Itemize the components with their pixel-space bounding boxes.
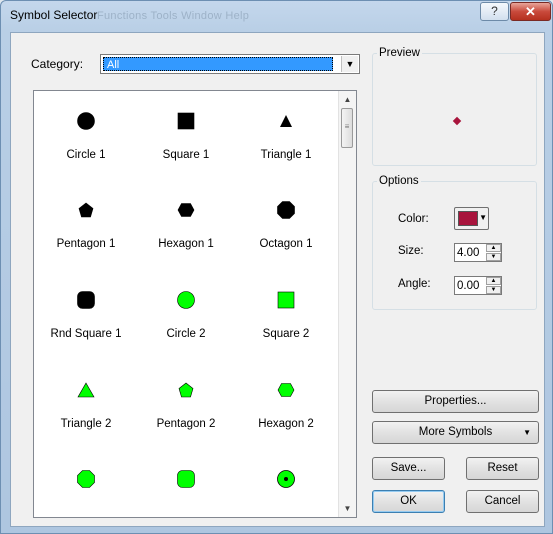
preview-legend: Preview [379,47,420,59]
hexagon-symbol-icon [277,381,295,399]
scroll-up-arrow-icon[interactable]: ▲ [339,91,356,108]
reset-button[interactable]: Reset [466,457,539,480]
symbol-item-label: Circle 2 [166,328,206,340]
octagon-symbol-icon [277,201,295,219]
square-symbol-icon [277,291,295,309]
hexagon-symbol-icon [177,201,195,219]
pentagon-symbol-icon [177,381,195,399]
symbol-item[interactable]: Pentagon 2 [136,381,236,441]
square-symbol-icon [177,112,195,130]
pentagon-symbol-icon [77,201,95,219]
options-legend: Options [379,175,419,187]
symbol-list[interactable]: Circle 1 Square 1 Triangle 1 Pentagon 1 Hexa… [33,90,357,518]
color-label: Color: [398,213,429,225]
spin-up-icon[interactable]: ▲ [486,244,501,252]
symbol-item[interactable] [136,470,236,517]
scroll-down-arrow-icon[interactable]: ▼ [339,500,356,517]
symbol-item-label: Pentagon 1 [56,238,116,250]
spin-down-icon[interactable]: ▼ [486,253,501,261]
triangle-small-symbol-icon [277,112,295,130]
circle-symbol-icon [77,112,95,130]
size-spinner[interactable]: ▲ ▼ [454,243,502,262]
cancel-button-label: Cancel [484,495,521,507]
symbol-item[interactable]: Square 2 [236,291,336,351]
background-menu-ghost: Functions Tools Window Help [97,10,250,22]
rounded-square-symbol-icon [177,470,195,488]
save-button-label: Save... [390,462,427,474]
symbol-list-scrollbar[interactable]: ▲ ≡ ▼ [338,91,356,517]
symbol-item[interactable]: Triangle 2 [36,381,136,441]
symbol-item-label: Hexagon 2 [258,418,314,430]
scroll-thumb[interactable]: ≡ [341,108,353,148]
symbol-item-label: Pentagon 2 [156,418,216,430]
symbol-item-label: Triangle 1 [260,149,312,161]
symbol-item[interactable]: Pentagon 1 [36,201,136,261]
category-label: Category: [31,57,84,71]
chevron-down-icon: ▼ [523,428,531,437]
spin-down-icon[interactable]: ▼ [486,286,501,294]
triangle-symbol-icon [77,381,95,399]
color-swatch [458,211,478,226]
symbol-item[interactable]: Hexagon 1 [136,201,236,261]
symbol-item[interactable]: Octagon 1 [236,201,336,261]
spin-up-icon[interactable]: ▲ [486,277,501,285]
symbol-item[interactable]: Circle 1 [36,112,136,172]
symbol-selector-window: Symbol Selector Functions Tools Window H… [0,0,553,534]
size-input[interactable] [455,244,485,261]
properties-button[interactable]: Properties... [372,390,539,413]
ok-button-label: OK [400,495,417,507]
color-picker-button[interactable]: ▼ [454,207,489,230]
circle-dot-symbol-icon [277,470,295,488]
chevron-down-icon: ▼ [479,213,487,222]
close-button[interactable]: ✕ [510,2,551,21]
symbol-item[interactable]: Triangle 1 [236,112,336,172]
angle-input[interactable] [455,277,485,294]
circle-symbol-icon [177,291,195,309]
properties-button-label: Properties... [424,395,487,407]
save-button[interactable]: Save... [372,457,445,480]
rounded-square-symbol-icon [77,291,95,309]
symbol-item[interactable]: Hexagon 2 [236,381,336,441]
help-button[interactable]: ? [480,2,509,21]
ok-button[interactable]: OK [372,490,445,513]
preview-canvas [374,62,535,172]
symbol-item-label: Rnd Square 1 [50,328,122,340]
symbol-item[interactable]: Square 1 [136,112,236,172]
symbol-item-label: Circle 1 [66,149,106,161]
preview-group: Preview [372,47,537,166]
symbol-item-label: Square 2 [262,328,310,340]
angle-spinner[interactable]: ▲ ▼ [454,276,502,295]
more-symbols-button[interactable]: More Symbols ▼ [372,421,539,444]
symbol-item[interactable] [36,470,136,517]
title-bar[interactable]: Symbol Selector Functions Tools Window H… [1,1,552,31]
more-symbols-label: More Symbols [418,426,493,438]
dialog-client-area: Category: All ▼ Circle 1 Square 1 Triangle… [10,32,545,527]
cancel-button[interactable]: Cancel [466,490,539,513]
symbol-item[interactable] [236,470,336,517]
angle-label: Angle: [398,278,431,290]
category-dropdown[interactable]: All ▼ [100,54,360,74]
symbol-item-label: Hexagon 1 [158,238,214,250]
window-title: Symbol Selector [10,8,98,22]
options-group: Options Color: ▼ Size: ▲ ▼ Angle: ▲ ▼ [372,175,537,310]
octagon-symbol-icon [77,470,95,488]
symbol-item[interactable]: Circle 2 [136,291,236,351]
size-label: Size: [398,245,424,257]
category-selected-value: All [103,57,333,71]
symbol-item-label: Octagon 1 [259,238,313,250]
chevron-down-icon[interactable]: ▼ [341,56,358,72]
symbol-item-label: Square 1 [162,149,210,161]
symbol-item[interactable]: Rnd Square 1 [36,291,136,351]
reset-button-label: Reset [487,462,518,474]
symbol-item-label: Triangle 2 [60,418,112,430]
preview-marker [452,116,462,126]
